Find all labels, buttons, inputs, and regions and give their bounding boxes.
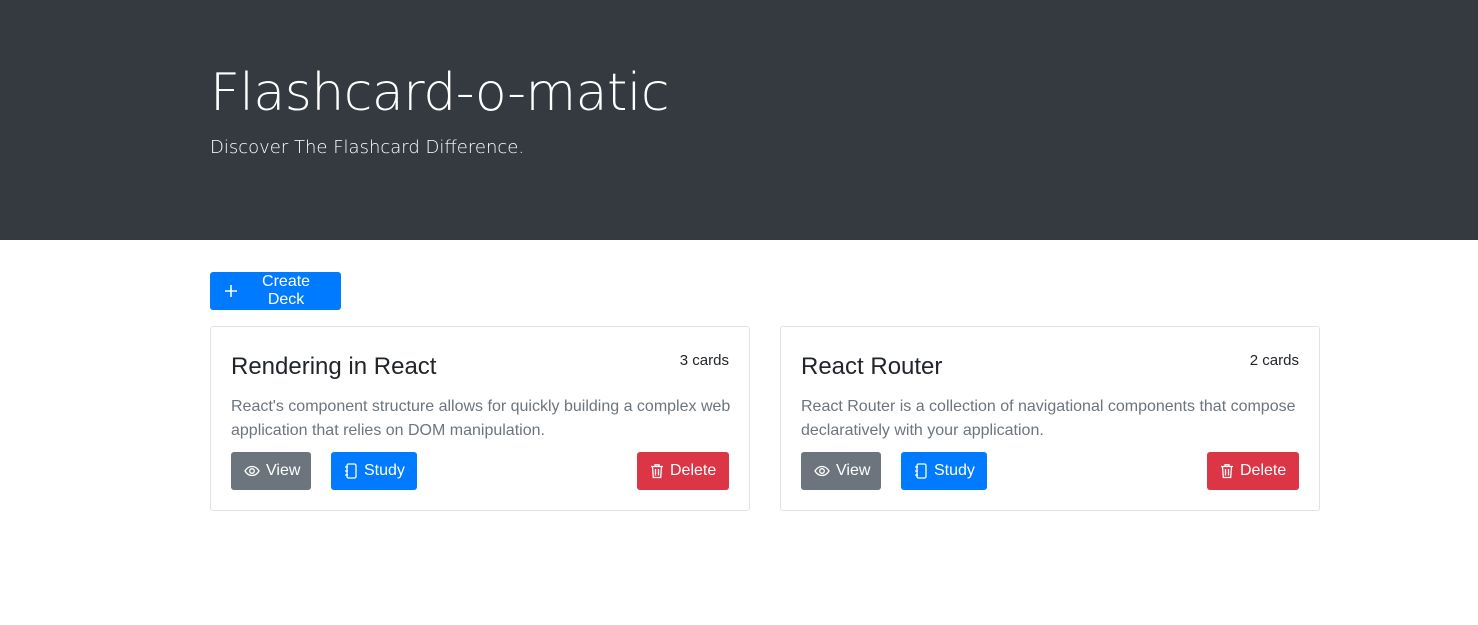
plus-icon bbox=[223, 283, 238, 299]
trash-icon bbox=[1220, 463, 1234, 479]
deck-card-count: 2 cards bbox=[1249, 352, 1299, 369]
deck-actions: View Study Delete bbox=[801, 452, 1299, 490]
header-content: Flashcard-o-matic Discover The Flashcard… bbox=[210, 60, 669, 160]
main-container: Create Deck Rendering in React 3 cards R… bbox=[210, 272, 1320, 511]
view-deck-button[interactable]: View bbox=[231, 452, 311, 490]
eye-icon bbox=[814, 463, 830, 479]
jumbotron-header: Flashcard-o-matic Discover The Flashcard… bbox=[0, 0, 1478, 240]
deck-card: Rendering in React 3 cards React's compo… bbox=[210, 326, 750, 511]
study-label: Study bbox=[934, 462, 975, 479]
app-subtitle: Discover The Flashcard Difference. bbox=[210, 137, 525, 158]
view-deck-button[interactable]: View bbox=[801, 452, 881, 490]
deck-description: React Router is a collection of navigati… bbox=[801, 398, 1296, 439]
deck-card-count: 3 cards bbox=[679, 352, 729, 369]
delete-deck-button[interactable]: Delete bbox=[637, 452, 729, 490]
study-deck-button[interactable]: Study bbox=[331, 452, 417, 490]
eye-icon bbox=[244, 463, 260, 479]
deck-list: Rendering in React 3 cards React's compo… bbox=[210, 326, 1320, 511]
view-label: View bbox=[266, 462, 301, 479]
study-deck-button[interactable]: Study bbox=[901, 452, 987, 490]
deck-card-header: React Router 2 cards bbox=[801, 347, 1299, 383]
app-title: Flashcard-o-matic bbox=[210, 63, 669, 123]
deck-title: React Router bbox=[801, 353, 943, 380]
delete-deck-button[interactable]: Delete bbox=[1207, 452, 1299, 490]
delete-label: Delete bbox=[670, 462, 717, 479]
deck-card: React Router 2 cards React Router is a c… bbox=[780, 326, 1320, 511]
create-deck-label: Create Deck bbox=[262, 273, 311, 308]
trash-icon bbox=[650, 463, 664, 479]
delete-label: Delete bbox=[1240, 462, 1287, 479]
journal-icon bbox=[914, 463, 928, 479]
deck-card-header: Rendering in React 3 cards bbox=[231, 347, 729, 383]
study-label: Study bbox=[364, 462, 405, 479]
journal-icon bbox=[344, 463, 358, 479]
deck-description: React's component structure allows for q… bbox=[231, 398, 731, 439]
deck-actions: View Study Delete bbox=[231, 452, 729, 490]
create-deck-button[interactable]: Create Deck bbox=[210, 272, 341, 310]
deck-title: Rendering in React bbox=[231, 353, 437, 380]
view-label: View bbox=[836, 462, 871, 479]
